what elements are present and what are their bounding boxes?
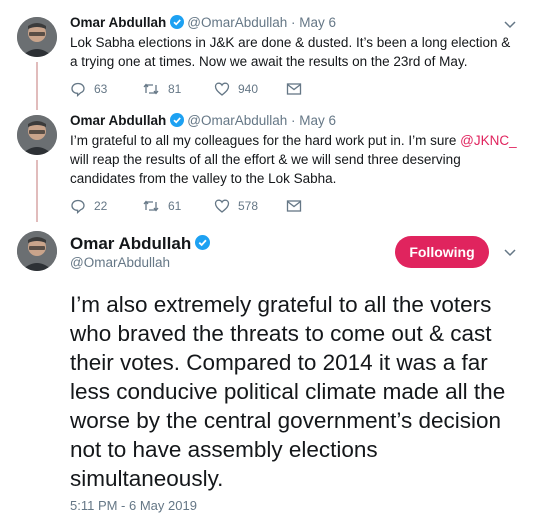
like-count: 578 xyxy=(238,199,259,213)
reply-button[interactable]: 63 xyxy=(70,81,142,97)
avatar[interactable] xyxy=(17,17,57,57)
verified-badge-icon xyxy=(170,113,185,130)
author-name[interactable]: Omar Abdullah xyxy=(70,234,213,255)
retweet-count: 61 xyxy=(168,199,182,213)
message-icon xyxy=(286,83,302,95)
tweet-timestamp[interactable]: 5:11 PM - 6 May 2019 xyxy=(70,498,197,513)
reply-count: 22 xyxy=(94,199,108,213)
like-button[interactable]: 578 xyxy=(214,198,286,214)
like-count: 940 xyxy=(238,82,259,96)
like-icon xyxy=(214,199,230,213)
main-tweet-text: I’m also extremely grateful to all the v… xyxy=(70,292,506,491)
like-icon xyxy=(214,82,230,96)
author-handle[interactable]: @OmarAbdullah xyxy=(187,15,287,30)
tweet-text-part: will reap the results of all the effort … xyxy=(70,152,461,186)
message-icon xyxy=(286,200,302,212)
author-name[interactable]: Omar Abdullah xyxy=(70,15,166,30)
tweet-date[interactable]: · May 6 xyxy=(291,15,336,30)
retweet-button[interactable]: 81 xyxy=(142,81,214,97)
chevron-down-icon[interactable] xyxy=(503,20,517,30)
thread-line-1 xyxy=(36,62,38,110)
reply-icon xyxy=(71,199,85,214)
retweet-icon xyxy=(143,83,159,95)
author-name-text: Omar Abdullah xyxy=(70,234,192,253)
author-handle[interactable]: @OmarAbdullah xyxy=(187,113,287,128)
author-handle[interactable]: @OmarAbdullah xyxy=(70,255,170,270)
tweet-header: Omar Abdullah @OmarAbdullah · May 6 xyxy=(70,113,336,130)
tweet-text-part: I’m grateful to all my colleagues for th… xyxy=(70,133,461,148)
mention-link[interactable]: @JKNC_ xyxy=(460,133,516,148)
retweet-count: 81 xyxy=(168,82,182,96)
verified-badge-icon xyxy=(195,235,211,255)
verified-badge-icon xyxy=(170,15,185,32)
chevron-down-icon[interactable] xyxy=(503,248,517,258)
reply-button[interactable]: 22 xyxy=(70,198,142,214)
message-button[interactable] xyxy=(286,199,310,213)
message-button[interactable] xyxy=(286,82,310,96)
reply-count: 63 xyxy=(94,82,108,96)
reply-icon xyxy=(71,82,85,97)
retweet-icon xyxy=(143,200,159,212)
avatar[interactable] xyxy=(17,115,57,155)
retweet-button[interactable]: 61 xyxy=(142,198,214,214)
tweet-text: Lok Sabha elections in J&K are done & du… xyxy=(70,35,511,69)
tweet-date[interactable]: · May 6 xyxy=(291,113,336,128)
thread-line-2 xyxy=(36,160,38,222)
avatar[interactable] xyxy=(17,231,57,271)
following-button[interactable]: Following xyxy=(395,236,489,268)
tweet-text: I’m grateful to all my colleagues for th… xyxy=(70,131,520,188)
tweet-header: Omar Abdullah @OmarAbdullah · May 6 xyxy=(70,15,336,32)
like-button[interactable]: 940 xyxy=(214,81,286,97)
tweet-actions: 22 61 578 xyxy=(70,198,310,214)
author-name[interactable]: Omar Abdullah xyxy=(70,113,166,128)
tweet-actions: 63 81 940 xyxy=(70,81,310,97)
